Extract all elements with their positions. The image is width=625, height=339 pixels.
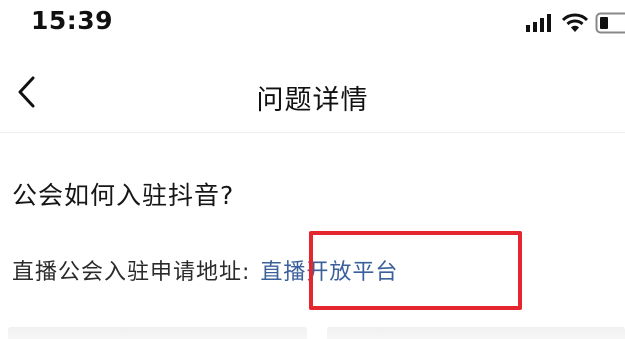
question-title: 公会如何入驻抖音? bbox=[12, 181, 235, 210]
answer-label: 直播公会入驻申请地址: bbox=[12, 260, 251, 285]
signal-icon bbox=[525, 13, 555, 33]
highlight-box bbox=[309, 231, 522, 310]
app-screen: 15:39 问题详情 公会如何入驻抖音? 直播公会入驻申请地址: 直播开放平台 bbox=[0, 0, 625, 339]
battery-icon bbox=[595, 12, 625, 34]
bottom-card-left bbox=[8, 327, 307, 339]
status-icons bbox=[525, 12, 625, 34]
status-time: 15:39 bbox=[31, 6, 114, 35]
page-title: 问题详情 bbox=[256, 85, 369, 116]
bottom-card-right bbox=[326, 327, 625, 339]
bottom-divider bbox=[8, 327, 625, 339]
status-bar: 15:39 bbox=[0, 0, 625, 52]
wifi-icon bbox=[562, 13, 588, 33]
nav-bar: 问题详情 bbox=[0, 58, 625, 133]
